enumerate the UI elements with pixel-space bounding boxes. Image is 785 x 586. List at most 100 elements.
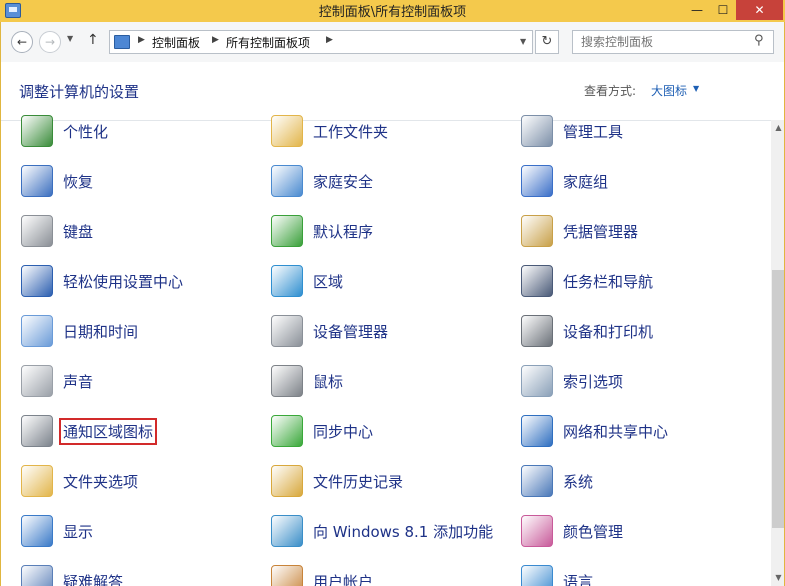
item-label[interactable]: 索引选项 [563, 371, 623, 392]
control-panel-item[interactable]: 设备和打印机 [521, 311, 761, 351]
breadcrumb-control-panel[interactable]: 控制面板 [152, 34, 200, 51]
display-icon [21, 515, 53, 547]
item-label[interactable]: 网络和共享中心 [563, 421, 668, 442]
vertical-scrollbar[interactable]: ▲ ▼ [771, 120, 784, 586]
refresh-button[interactable]: ↻ [535, 30, 559, 54]
control-panel-item[interactable]: 疑难解答 [21, 561, 261, 586]
work-folders-icon [271, 115, 303, 147]
scrollbar-thumb[interactable] [772, 270, 784, 528]
control-panel-item[interactable]: 默认程序 [271, 211, 511, 251]
item-label[interactable]: 设备管理器 [313, 321, 388, 342]
item-label[interactable]: 系统 [563, 471, 593, 492]
control-panel-item[interactable]: 索引选项 [521, 361, 761, 401]
recent-locations-dropdown[interactable]: ▼ [67, 34, 73, 43]
control-panel-item[interactable]: 向 Windows 8.1 添加功能 [271, 511, 511, 551]
item-label[interactable]: 通知区域图标 [59, 418, 158, 445]
control-panel-item[interactable]: 鼠标 [271, 361, 511, 401]
item-label[interactable]: 用户帐户 [313, 571, 373, 586]
item-label[interactable]: 凭据管理器 [563, 221, 638, 242]
control-panel-item[interactable]: 同步中心 [271, 411, 511, 451]
breadcrumb-separator-icon[interactable]: ▶ [212, 35, 219, 45]
device-manager-icon [271, 315, 303, 347]
control-panel-item[interactable]: 设备管理器 [271, 311, 511, 351]
default-programs-icon [271, 215, 303, 247]
close-button[interactable]: ✕ [736, 0, 783, 20]
item-label[interactable]: 同步中心 [313, 421, 373, 442]
item-label[interactable]: 家庭组 [563, 171, 608, 192]
item-label[interactable]: 工作文件夹 [313, 121, 388, 142]
control-panel-item[interactable]: 声音 [21, 361, 261, 401]
control-panel-item[interactable]: 用户帐户 [271, 561, 511, 586]
item-label[interactable]: 文件历史记录 [313, 471, 403, 492]
item-label[interactable]: 默认程序 [313, 221, 373, 242]
ease-of-access-icon [21, 265, 53, 297]
control-panel-item[interactable]: 个性化 [21, 111, 261, 151]
control-panel-item[interactable]: 恢复 [21, 161, 261, 201]
breadcrumb-separator-icon[interactable]: ▶ [326, 35, 333, 45]
item-label[interactable]: 区域 [313, 271, 343, 292]
personalization-icon [21, 115, 53, 147]
address-bar[interactable]: ▶ 控制面板 ▶ 所有控制面板项 ▶ ▼ [109, 30, 533, 54]
search-icon[interactable]: ⚲ [754, 33, 764, 48]
item-label[interactable]: 家庭安全 [313, 171, 373, 192]
minimize-button[interactable]: — [684, 0, 710, 20]
administrative-tools-icon [521, 115, 553, 147]
maximize-button[interactable]: ☐ [710, 0, 736, 20]
view-by-dropdown[interactable]: 大图标 [651, 82, 687, 99]
up-button[interactable]: ↑ [87, 32, 99, 48]
control-panel-item[interactable]: 颜色管理 [521, 511, 761, 551]
control-panel-item[interactable]: 轻松使用设置中心 [21, 261, 261, 301]
item-label[interactable]: 文件夹选项 [63, 471, 138, 492]
control-panel-item[interactable]: 任务栏和导航 [521, 261, 761, 301]
scroll-down-icon[interactable]: ▼ [771, 573, 784, 582]
title-bar[interactable]: 控制面板\所有控制面板项 — ☐ ✕ [0, 0, 785, 22]
item-label[interactable]: 语言 [563, 571, 593, 586]
scroll-up-icon[interactable]: ▲ [771, 123, 784, 132]
item-label[interactable]: 显示 [63, 521, 93, 542]
control-panel-item[interactable]: 工作文件夹 [271, 111, 511, 151]
control-panel-window: 控制面板\所有控制面板项 — ☐ ✕ ← → ▼ ↑ ▶ 控制面板 ▶ 所有控制… [0, 0, 785, 586]
item-label[interactable]: 设备和打印机 [563, 321, 653, 342]
item-label[interactable]: 疑难解答 [63, 571, 123, 586]
region-icon [271, 265, 303, 297]
control-panel-item[interactable]: 文件夹选项 [21, 461, 261, 501]
control-panel-item[interactable]: 家庭组 [521, 161, 761, 201]
item-label[interactable]: 向 Windows 8.1 添加功能 [313, 521, 493, 542]
window-title: 控制面板\所有控制面板项 [318, 5, 467, 20]
item-label[interactable]: 管理工具 [563, 121, 623, 142]
control-panel-item[interactable]: 文件历史记录 [271, 461, 511, 501]
control-panel-item[interactable]: 通知区域图标 [21, 411, 261, 451]
item-label[interactable]: 声音 [63, 371, 93, 392]
mouse-icon [271, 365, 303, 397]
control-panel-item[interactable]: 键盘 [21, 211, 261, 251]
item-label[interactable]: 鼠标 [313, 371, 343, 392]
forward-button[interactable]: → [39, 31, 61, 53]
search-input[interactable] [573, 31, 751, 53]
breadcrumb-all-items[interactable]: 所有控制面板项 [226, 34, 310, 51]
control-panel-item[interactable]: 管理工具 [521, 111, 761, 151]
item-label[interactable]: 键盘 [63, 221, 93, 242]
breadcrumb-separator-icon[interactable]: ▶ [138, 35, 145, 45]
control-panel-item[interactable]: 日期和时间 [21, 311, 261, 351]
control-panel-item[interactable]: 区域 [271, 261, 511, 301]
item-label[interactable]: 恢复 [63, 171, 93, 192]
back-button[interactable]: ← [11, 31, 33, 53]
recovery-icon [21, 165, 53, 197]
chevron-down-icon[interactable]: ▼ [693, 84, 699, 93]
control-panel-item[interactable]: 显示 [21, 511, 261, 551]
network-sharing-icon [521, 415, 553, 447]
control-panel-item[interactable]: 家庭安全 [271, 161, 511, 201]
item-label[interactable]: 个性化 [63, 121, 108, 142]
item-label[interactable]: 轻松使用设置中心 [63, 271, 183, 292]
address-dropdown-icon[interactable]: ▼ [520, 37, 526, 46]
control-panel-item[interactable]: 凭据管理器 [521, 211, 761, 251]
item-label[interactable]: 任务栏和导航 [563, 271, 653, 292]
control-panel-item[interactable]: 网络和共享中心 [521, 411, 761, 451]
item-label[interactable]: 日期和时间 [63, 321, 138, 342]
folder-options-icon [21, 465, 53, 497]
control-panel-item[interactable]: 系统 [521, 461, 761, 501]
user-accounts-icon [271, 565, 303, 586]
item-label[interactable]: 颜色管理 [563, 521, 623, 542]
notification-area-icon [21, 415, 53, 447]
control-panel-item[interactable]: 语言 [521, 561, 761, 586]
